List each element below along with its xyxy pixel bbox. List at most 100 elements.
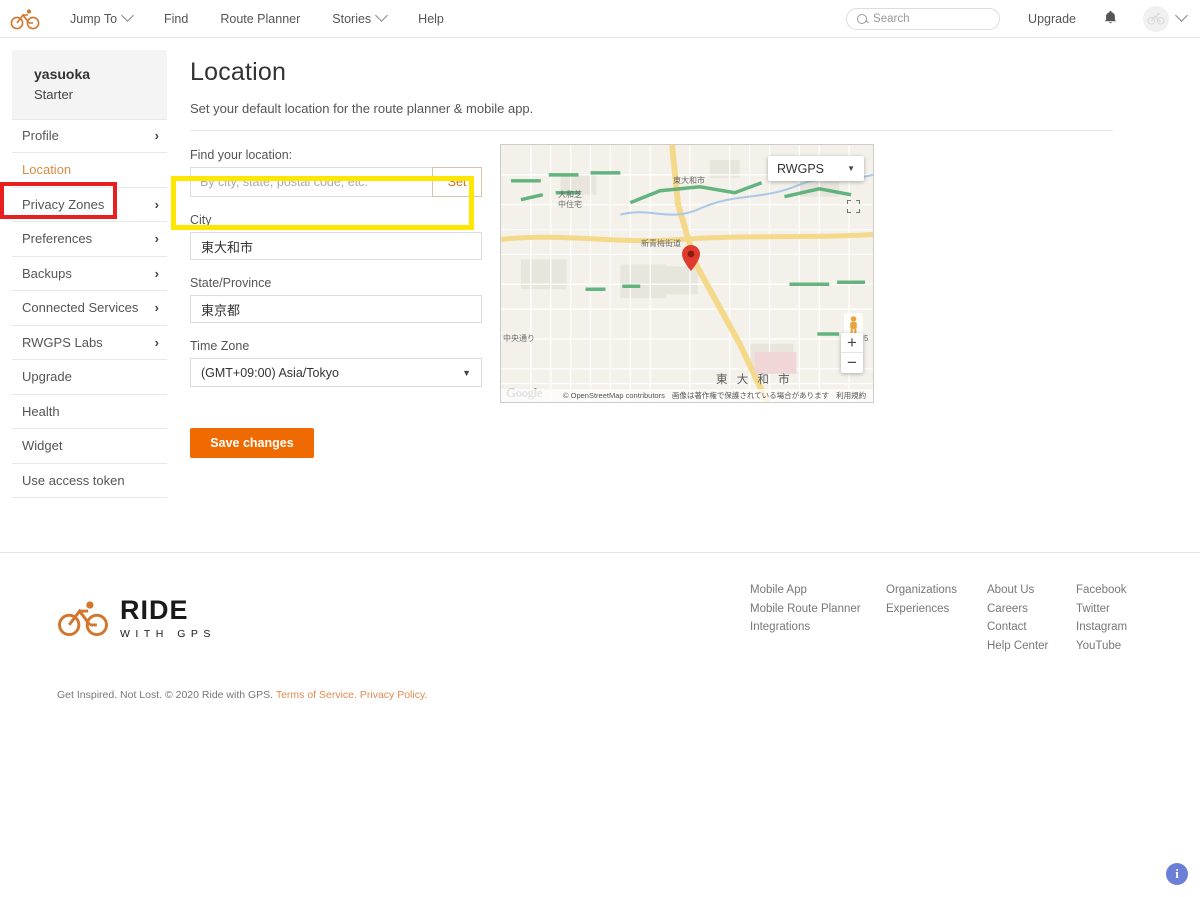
top-navigation-bar: Jump To Find Route Planner Stories Help … — [0, 0, 1200, 38]
privacy-policy-link[interactable]: Privacy Policy. — [360, 689, 428, 701]
terms-of-service-link[interactable]: Terms of Service. — [276, 689, 357, 701]
sidebar-item-privacy-zones[interactable]: Privacy Zones › — [12, 188, 167, 222]
timezone-label: Time Zone — [190, 339, 250, 353]
sidebar-menu: Profile › Location Privacy Zones › Prefe… — [12, 118, 167, 498]
nav-label: Stories — [332, 11, 372, 26]
chevron-right-icon: › — [154, 231, 159, 247]
state-field: State/Province — [190, 276, 482, 323]
chevron-right-icon: › — [154, 196, 159, 212]
nav-item-stories[interactable]: Stories — [316, 9, 402, 26]
location-form-row: Find your location: Set City State/Provi… — [190, 131, 1200, 458]
footer-link[interactable]: Help Center — [987, 637, 1076, 656]
footer-link[interactable]: Careers — [987, 600, 1076, 619]
city-input[interactable] — [190, 232, 482, 260]
timezone-select[interactable]: (GMT+09:00) Asia/Tokyo ▼ — [190, 358, 482, 387]
chevron-down-icon[interactable] — [1175, 9, 1188, 22]
sidebar-item-preferences[interactable]: Preferences › — [12, 222, 167, 257]
cyclist-logo-icon — [58, 601, 108, 637]
footer-column: About Us Careers Contact Help Center — [987, 581, 1076, 655]
nav-label: Help — [418, 11, 444, 26]
zoom-out-button[interactable]: − — [841, 353, 863, 373]
nav-item-route-planner[interactable]: Route Planner — [204, 12, 316, 26]
sidebar-item-label: Upgrade — [22, 369, 72, 385]
user-plan: Starter — [34, 87, 74, 102]
chevron-right-icon: › — [154, 128, 159, 144]
map-attribution: © OpenStreetMap contributors 画像は著作権で保護され… — [501, 389, 873, 402]
chevron-down-icon — [121, 9, 134, 22]
zoom-in-button[interactable]: + — [841, 333, 863, 353]
city-label: City — [190, 213, 212, 227]
footer-link[interactable]: Integrations — [750, 618, 886, 637]
map-type-select[interactable]: RWGPS ▼ — [768, 156, 864, 181]
nav-item-jump-to[interactable]: Jump To — [54, 9, 148, 26]
search-input[interactable]: Search — [846, 7, 1001, 30]
nav-item-find[interactable]: Find — [148, 12, 204, 26]
attribution-terms[interactable]: 利用規約 — [836, 390, 866, 401]
sidebar-item-profile[interactable]: Profile › — [12, 118, 167, 153]
footer-spacer — [0, 498, 1200, 552]
save-changes-button[interactable]: Save changes — [190, 428, 314, 458]
cyclist-logo-icon[interactable] — [10, 7, 40, 31]
set-button[interactable]: Set — [432, 167, 482, 197]
footer-link[interactable]: About Us — [987, 581, 1076, 600]
user-name: yasuoka — [34, 66, 91, 82]
footer-brand-ride: RIDE — [120, 594, 189, 625]
sidebar-item-label: Widget — [22, 438, 63, 454]
footer-link[interactable]: Instagram — [1076, 618, 1154, 637]
sidebar-item-rwgps-labs[interactable]: RWGPS Labs › — [12, 326, 167, 360]
page-subtitle: Set your default location for the route … — [190, 101, 534, 116]
find-location-label: Find your location: — [190, 148, 293, 162]
footer-link[interactable]: Twitter — [1076, 600, 1154, 619]
footer-link[interactable]: Contact — [987, 618, 1076, 637]
sidebar-item-label: Backups — [22, 265, 72, 281]
sidebar-item-widget[interactable]: Widget — [12, 429, 167, 464]
avatar[interactable] — [1143, 5, 1169, 32]
help-button[interactable]: i — [1166, 863, 1188, 885]
footer-link[interactable]: Facebook — [1076, 581, 1154, 600]
sidebar-item-health[interactable]: Health — [12, 395, 167, 429]
sidebar-item-connected-services[interactable]: Connected Services › — [12, 291, 167, 326]
state-input[interactable] — [190, 295, 482, 323]
header-right-group: Search Upgrade — [846, 5, 1188, 32]
footer-link[interactable]: Experiences — [886, 600, 987, 619]
footer-brand-with-gps: WITH GPS — [120, 627, 216, 640]
sidebar-item-use-access-token[interactable]: Use access token — [12, 464, 167, 498]
site-footer: RIDE WITH GPS Mobile App Mobile Route Pl… — [0, 553, 1200, 701]
map-label: 新青梅街道 — [641, 239, 681, 248]
chevron-down-icon — [375, 9, 389, 22]
footer-link[interactable]: Mobile App — [750, 581, 886, 600]
chevron-right-icon: › — [154, 265, 159, 281]
map-type-value: RWGPS — [777, 161, 824, 176]
sidebar-item-label: Profile — [22, 128, 59, 144]
timezone-field: Time Zone (GMT+09:00) Asia/Tokyo ▼ — [190, 339, 482, 387]
settings-sidebar: yasuoka Starter Profile › Location Priva… — [0, 38, 167, 498]
sidebar-item-upgrade[interactable]: Upgrade — [12, 360, 167, 395]
sidebar-item-label: Connected Services — [22, 300, 139, 316]
find-location-input[interactable] — [190, 167, 432, 197]
upgrade-link[interactable]: Upgrade — [1028, 12, 1076, 26]
chevron-down-icon: ▼ — [847, 164, 855, 173]
footer-link[interactable]: YouTube — [1076, 637, 1154, 656]
map-city-label: 東 大 和 市 — [716, 374, 793, 386]
sidebar-item-backups[interactable]: Backups › — [12, 257, 167, 291]
sidebar-item-location[interactable]: Location — [12, 153, 167, 188]
footer-brand[interactable]: RIDE WITH GPS — [57, 581, 216, 655]
search-placeholder: Search — [873, 12, 910, 25]
main-content: Location Set your default location for t… — [167, 38, 1200, 498]
bell-icon[interactable] — [1104, 10, 1117, 28]
city-field: City — [190, 213, 482, 260]
sidebar-item-label: Privacy Zones — [22, 196, 105, 212]
nav-item-help[interactable]: Help — [402, 12, 460, 26]
state-label: State/Province — [190, 276, 272, 290]
copyright-line: Get Inspired. Not Lost. © 2020 Ride with… — [0, 655, 1200, 701]
map-pin-icon — [682, 245, 700, 271]
page-body: yasuoka Starter Profile › Location Priva… — [0, 38, 1200, 498]
search-icon — [857, 13, 868, 24]
nav-label: Find — [164, 11, 189, 26]
chevron-down-icon: ▼ — [462, 367, 471, 378]
location-form: Find your location: Set City State/Provi… — [190, 131, 482, 458]
footer-link[interactable]: Organizations — [886, 581, 987, 600]
fullscreen-icon[interactable] — [844, 197, 863, 216]
footer-link[interactable]: Mobile Route Planner — [750, 600, 886, 619]
location-map[interactable]: 大和芝 中住宅 東大和市 新青梅街道 中央通り 中5 東 大 和 市 RWGPS… — [500, 144, 874, 403]
